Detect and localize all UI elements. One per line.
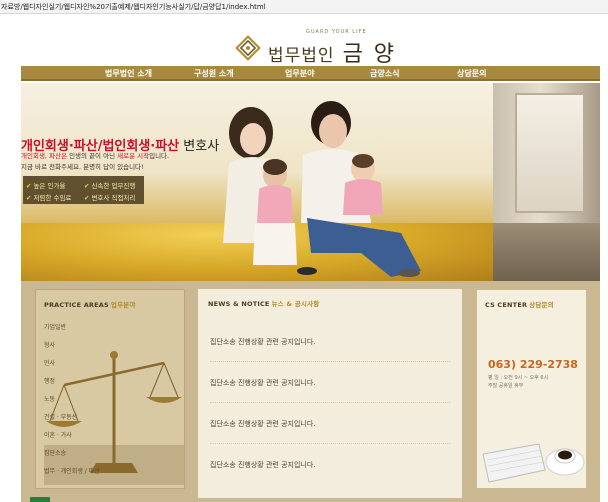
- practice-item[interactable]: 기업일반: [44, 322, 66, 331]
- interior-photo: [493, 83, 600, 281]
- news-divider: [210, 443, 450, 444]
- business-hours: 평 일 : 오전 9시 ~ 오후 6시 주말 공휴일 휴무: [488, 374, 548, 390]
- practice-item[interactable]: 행정: [44, 376, 55, 385]
- practice-title: PRACTICE AREAS 업무분야: [44, 299, 136, 309]
- news-title-ko: 뉴스 & 공시사항: [271, 300, 320, 308]
- news-divider: [210, 402, 450, 403]
- nav-item-contact[interactable]: 상담문의: [457, 66, 486, 81]
- check-item: 신속한 업무진행: [84, 180, 135, 190]
- hero-sub-line2: 지금 바로 전화주세요. 분명히 답이 있습니다!: [21, 163, 144, 171]
- floor-image: [493, 223, 600, 281]
- news-divider: [210, 361, 450, 362]
- site-logo[interactable]: GUARD YOUR LIFE 법무법인 금 양: [232, 28, 397, 67]
- feature-checklist: 높은 인가율 신속한 업무진행 저렴한 수임료 변호사 직접처리: [23, 176, 144, 204]
- phone-number[interactable]: 063) 229-2738: [488, 358, 578, 371]
- news-item[interactable]: 집단소송 진행상황 관련 공지입니다.: [210, 419, 316, 429]
- nav-item-about[interactable]: 법무법인 소개: [105, 66, 152, 81]
- cs-center-panel: CS CENTER 상담문의 063) 229-2738 평 일 : 오전 9시 …: [476, 289, 587, 489]
- nav-item-practice[interactable]: 업무분야: [285, 66, 314, 81]
- hero-title-black: 변호사: [179, 139, 220, 154]
- family-photo: [223, 101, 421, 277]
- address-bar[interactable]: 자료방/웹디자인실기/웹디자인%20기출예제/웹디자인기능사실기/답/금양답1/…: [0, 0, 608, 14]
- bottom-indicator: [30, 497, 50, 502]
- hero-sub-red2: 새로운 시작: [117, 152, 150, 160]
- practice-item[interactable]: 형사: [44, 340, 55, 349]
- news-item[interactable]: 집단소송 진행상황 관련 공지입니다.: [210, 378, 316, 388]
- window-image: [515, 93, 585, 213]
- news-title: NEWS & NOTICE 뉴스 & 공시사항: [208, 298, 319, 308]
- news-item[interactable]: 집단소송 진행상황 관련 공지입니다.: [210, 460, 316, 470]
- practice-title-en: PRACTICE AREAS: [44, 301, 109, 309]
- news-notice-panel: NEWS & NOTICE 뉴스 & 공시사항 집단소송 진행상황 관련 공지입니…: [198, 289, 462, 498]
- logo-emblem-icon: [232, 32, 264, 64]
- check-item: 높은 인가율: [26, 180, 65, 190]
- check-item: 저렴한 수임료: [26, 192, 71, 202]
- cs-title-ko: 상담문의: [529, 301, 554, 309]
- hero-sub-end: 입니다.: [149, 152, 170, 160]
- hours-weekday: 평 일 : 오전 9시 ~ 오후 6시: [488, 375, 549, 381]
- main-nav: 법무법인 소개 구성원 소개 업무분야 금양소식 상담문의: [21, 66, 600, 81]
- practice-title-ko: 업무분야: [110, 301, 136, 309]
- nav-item-news[interactable]: 금양소식: [370, 66, 399, 81]
- practice-item[interactable]: 건설 · 부동산: [44, 412, 77, 421]
- logo-tagline: GUARD YOUR LIFE: [306, 28, 367, 35]
- practice-item[interactable]: 법무 · 개인회생 / 파산: [44, 466, 100, 475]
- practice-item[interactable]: 집단소송: [44, 448, 66, 457]
- cs-title-en: CS CENTER: [485, 301, 528, 309]
- news-item[interactable]: 집단소송 진행상황 관련 공지입니다.: [210, 337, 316, 347]
- hero-sub-red: 개인회생, 파산은: [21, 152, 67, 160]
- practice-item[interactable]: 노동: [44, 394, 55, 403]
- hero-banner: 개인회생·파산/법인회생·파산 변호사 개인회생, 파산은 인생의 끝이 아닌 …: [21, 83, 600, 281]
- news-title-en: NEWS & NOTICE: [208, 300, 270, 308]
- practice-item[interactable]: 이혼 · 가사: [44, 430, 72, 439]
- keyboard-coffee-icon: [482, 443, 585, 483]
- hero-sub-rest: 인생의 끝이 아닌: [67, 152, 118, 160]
- check-item: 변호사 직접처리: [84, 192, 135, 202]
- practice-item[interactable]: 민사: [44, 358, 55, 367]
- hero-subtitle: 개인회생, 파산은 인생의 끝이 아닌 새로운 시작입니다. 지금 바로 전화주…: [21, 151, 169, 173]
- practice-areas-panel: PRACTICE AREAS 업무분야 기업일반 형사 민사 행정 노동 건설 ·…: [35, 289, 185, 489]
- logo-name-text: 금 양: [342, 41, 397, 67]
- nav-item-members[interactable]: 구성원 소개: [194, 66, 234, 81]
- cs-title: CS CENTER 상담문의: [485, 299, 554, 309]
- hours-weekend: 주말 공휴일 휴무: [488, 383, 524, 389]
- logo-firm-text: 법무법인: [268, 45, 335, 66]
